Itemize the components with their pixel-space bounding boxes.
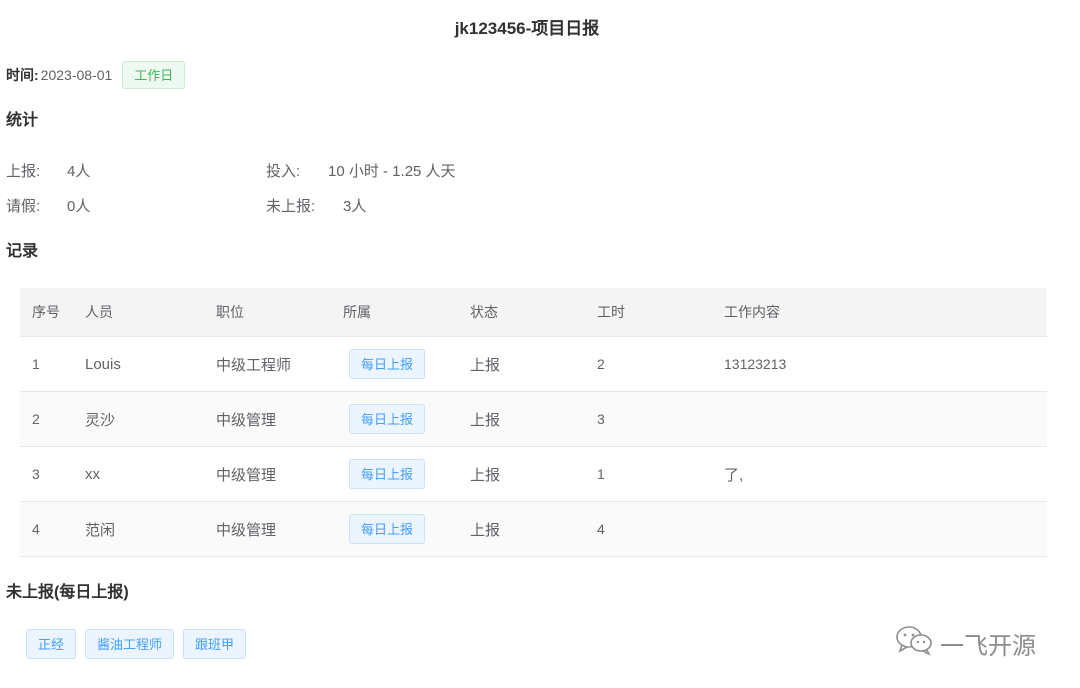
unreported-person-tag: 跟班甲 (183, 629, 247, 659)
row-status: 上报 (470, 356, 501, 374)
group-tag: 每日上报 (349, 349, 426, 379)
unreported-person-tag: 正经 (26, 629, 77, 659)
row-name: 范闲 (85, 521, 116, 539)
row-no: 1 (32, 356, 40, 372)
date-value: 2023-08-01 (40, 67, 113, 83)
col-header-group: 所属 (343, 304, 371, 320)
row-status: 上报 (470, 411, 501, 429)
row-group: 每日上报 (349, 337, 426, 391)
row-group: 每日上报 (349, 447, 426, 501)
row-position: 中级管理 (216, 466, 277, 484)
workday-tag: 工作日 (122, 61, 186, 89)
row-group: 每日上报 (349, 392, 426, 446)
col-header-position: 职位 (216, 304, 244, 320)
col-header-name: 人员 (85, 304, 113, 320)
records-title: 记录 (6, 243, 39, 260)
row-content: 了, (724, 466, 744, 484)
row-hours: 3 (597, 411, 605, 427)
stat-input-label: 投入: (266, 163, 301, 180)
unreported-title: 未上报(每日上报) (6, 584, 129, 601)
row-content: 13123213 (724, 356, 787, 372)
stat-input: 投入: 10 小时 - 1.25 人天 (266, 160, 456, 181)
stat-leave: 请假: 0人 (6, 195, 90, 216)
records-table: 序号 人员 职位 所属 状态 工时 工作内容 1 Louis 中级工程师 每日上… (20, 288, 1047, 557)
table-header: 序号 人员 职位 所属 状态 工时 工作内容 (20, 288, 1047, 337)
row-name: Louis (85, 355, 121, 373)
stat-input-value: 10 小时 - 1.25 人天 (328, 163, 456, 180)
table-row: 1 Louis 中级工程师 每日上报 上报 2 13123213 (20, 337, 1047, 392)
wechat-icon (894, 624, 934, 663)
group-tag: 每日上报 (349, 514, 426, 544)
date-row: 时间: 2023-08-01 工作日 (6, 60, 186, 90)
row-position: 中级管理 (216, 521, 277, 539)
row-hours: 2 (597, 356, 605, 372)
row-position: 中级工程师 (216, 356, 292, 374)
group-tag: 每日上报 (349, 459, 426, 489)
col-header-hours: 工时 (597, 304, 625, 320)
unreported-person-tag: 酱油工程师 (85, 629, 175, 659)
group-tag: 每日上报 (349, 404, 426, 434)
stat-reported-label: 上报: (6, 163, 41, 180)
row-group: 每日上报 (349, 502, 426, 556)
table-row: 3 xx 中级管理 每日上报 上报 1 了, (20, 447, 1047, 502)
row-name: xx (85, 465, 100, 483)
row-hours: 4 (597, 521, 605, 537)
row-name: 灵沙 (85, 411, 116, 429)
col-header-status: 状态 (470, 304, 498, 320)
stat-unreported-label: 未上报: (266, 198, 316, 215)
watermark: 一飞开源 (894, 624, 1036, 663)
table-row: 4 范闲 中级管理 每日上报 上报 4 (20, 502, 1047, 557)
stat-leave-label: 请假: (6, 198, 41, 215)
row-status: 上报 (470, 466, 501, 484)
stat-unreported: 未上报: 3人 (266, 195, 366, 216)
stat-leave-value: 0人 (67, 198, 91, 215)
row-status: 上报 (470, 521, 501, 539)
table-row: 2 灵沙 中级管理 每日上报 上报 3 (20, 392, 1047, 447)
col-header-content: 工作内容 (724, 304, 780, 320)
watermark-text: 一飞开源 (940, 633, 1036, 660)
unreported-list: 正经 酱油工程师 跟班甲 (26, 629, 247, 659)
col-header-no: 序号 (32, 304, 60, 320)
row-no: 2 (32, 411, 40, 427)
page-title: jk123456-项目日报 (454, 19, 600, 38)
stats-title: 统计 (6, 112, 39, 129)
row-no: 3 (32, 466, 40, 482)
stat-reported: 上报: 4人 (6, 160, 90, 181)
date-label: 时间: (6, 67, 39, 83)
row-hours: 1 (597, 466, 605, 482)
stat-unreported-value: 3人 (343, 198, 367, 215)
stat-reported-value: 4人 (67, 163, 91, 180)
row-no: 4 (32, 521, 40, 537)
row-position: 中级管理 (216, 411, 277, 429)
